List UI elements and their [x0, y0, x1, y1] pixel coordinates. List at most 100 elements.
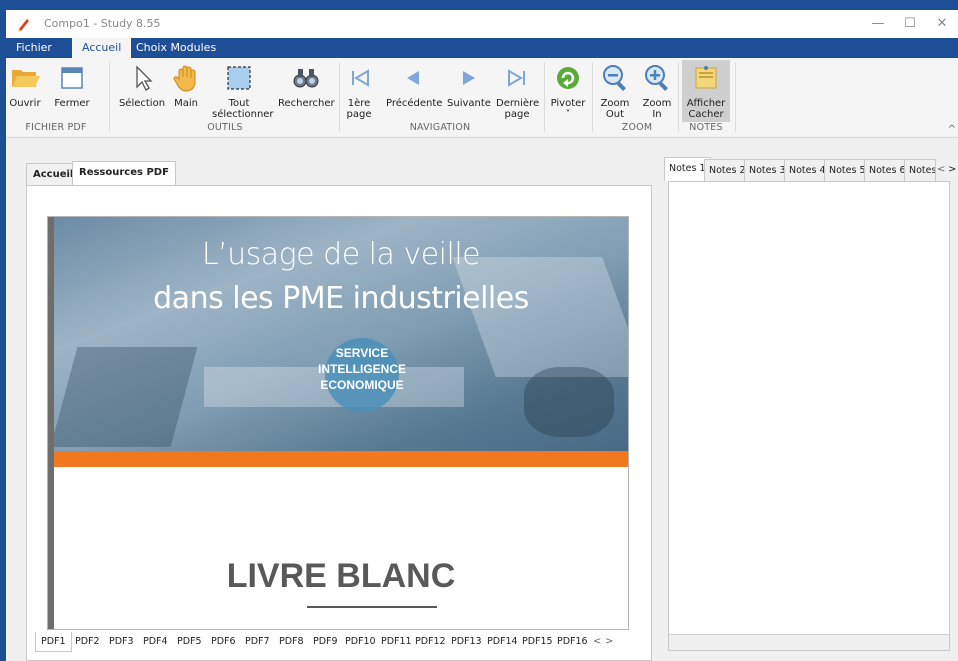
ribbon-separator	[678, 62, 679, 132]
main-area: Accueil Ressources PDF L’usage de la vei…	[6, 139, 958, 661]
zoom-out-label-1: Zoom	[600, 98, 630, 109]
derniere-label-1: Dernière	[496, 98, 540, 109]
pivoter-dropdown-icon: ˅	[565, 109, 571, 120]
livre-blanc-title: LIVRE BLANC	[226, 557, 456, 595]
cursor-arrow-icon	[136, 65, 153, 91]
notes-status-bar	[669, 634, 949, 650]
zoom-out-label-2: Out	[605, 109, 625, 120]
ribbon-separator	[339, 62, 340, 132]
pdf-tabs-next-icon[interactable]: >	[605, 632, 613, 652]
app-pen-icon	[18, 19, 29, 32]
tab-pdf16[interactable]: PDF16	[552, 632, 593, 652]
tab-notes-7[interactable]: Notes	[904, 159, 936, 181]
window-title: Compo1 - Study 8.55	[44, 17, 161, 30]
hand-icon	[173, 65, 196, 92]
tab-pdf12[interactable]: PDF12	[410, 632, 451, 652]
zoom-in-button[interactable]: Zoom In	[640, 62, 674, 120]
pdf-tabs-prev-icon[interactable]: <	[593, 632, 601, 652]
suivante-button[interactable]: Suivante	[446, 62, 492, 109]
tab-fichier[interactable]: Fichier	[6, 38, 62, 58]
window-close-icon	[61, 67, 83, 89]
ribbon-separator	[735, 62, 736, 132]
zoom-in-label-1: Zoom	[642, 98, 672, 109]
ribbon-separator	[109, 62, 110, 132]
badge-line1: SERVICE	[335, 346, 389, 360]
tab-pdf6[interactable]: PDF6	[206, 632, 241, 652]
zoom-in-icon	[645, 65, 668, 91]
fermer-label: Fermer	[54, 98, 90, 109]
rotate-icon	[557, 67, 579, 89]
ribbon-separator	[592, 62, 593, 132]
ribbon: Ouvrir Fermer FICHIER PDF Sélection Main	[6, 58, 958, 138]
tab-pdf7[interactable]: PDF7	[240, 632, 275, 652]
notes-editor[interactable]	[668, 181, 950, 651]
main-label: Main	[174, 98, 198, 109]
pivoter-button[interactable]: Pivoter ˅	[548, 62, 588, 120]
pdf-resources-panel: L’usage de la veille dans les PME indust…	[26, 185, 652, 661]
tab-accueil[interactable]: Accueil	[72, 38, 132, 58]
group-notes: NOTES	[689, 122, 723, 133]
pdf-viewer[interactable]: L’usage de la veille dans les PME indust…	[47, 216, 629, 630]
minimize-button[interactable]: —	[862, 14, 894, 34]
app-window: Compo1 - Study 8.55 — ☐ ✕ Fichier Accuei…	[6, 10, 958, 661]
afficher-label-2: Cacher	[688, 109, 724, 120]
first-page-icon	[352, 69, 369, 87]
tab-ressources-pdf[interactable]: Ressources PDF	[72, 161, 176, 185]
pdf-page: L’usage de la veille dans les PME indust…	[54, 217, 628, 629]
cover-title-line1: L’usage de la veille	[201, 237, 481, 272]
selection-label: Sélection	[118, 98, 166, 109]
cover-photo: L’usage de la veille dans les PME indust…	[54, 217, 628, 451]
close-button[interactable]: ✕	[926, 14, 958, 34]
badge-text: SERVICE INTELLIGENCE ECONOMIQUE	[290, 345, 434, 393]
afficher-cacher-button[interactable]: Afficher Cacher	[684, 62, 728, 120]
suivante-label: Suivante	[447, 98, 491, 109]
tab-pdf4[interactable]: PDF4	[138, 632, 173, 652]
pivoter-label: Pivoter	[550, 98, 586, 109]
tab-pdf9[interactable]: PDF9	[308, 632, 343, 652]
premiere-label-1: 1ère	[347, 98, 371, 109]
orange-band	[54, 451, 628, 467]
next-arrow-icon	[463, 71, 475, 85]
fermer-button[interactable]: Fermer	[50, 62, 94, 109]
previous-arrow-icon	[407, 71, 419, 85]
zoom-out-button[interactable]: Zoom Out	[598, 62, 632, 120]
tab-pdf8[interactable]: PDF8	[274, 632, 309, 652]
tab-pdf3[interactable]: PDF3	[104, 632, 139, 652]
tab-choix-modules[interactable]: Choix Modules	[126, 38, 226, 58]
selection-button[interactable]: Sélection	[116, 62, 168, 109]
sticky-note-icon	[695, 66, 717, 89]
tab-pdf1[interactable]: PDF1	[35, 632, 72, 652]
precedente-label: Précédente	[386, 98, 443, 109]
binoculars-icon	[293, 69, 319, 88]
tab-pdf10[interactable]: PDF10	[340, 632, 381, 652]
group-zoom: ZOOM	[621, 122, 653, 133]
notes-tab-bar: Notes 1 Notes 2 Notes 3 Notes 4 Notes 5 …	[664, 157, 958, 181]
tout-label-1: Tout	[228, 98, 250, 109]
folder-open-icon	[12, 70, 40, 87]
badge-line3: ECONOMIQUE	[320, 378, 404, 392]
tab-pdf5[interactable]: PDF5	[172, 632, 207, 652]
tab-pdf2[interactable]: PDF2	[70, 632, 105, 652]
photo-shape	[524, 367, 614, 437]
zoom-out-icon	[603, 65, 626, 91]
rechercher-button[interactable]: Rechercher	[278, 62, 335, 109]
title-underline	[307, 606, 437, 608]
maximize-button[interactable]: ☐	[894, 14, 926, 34]
premiere-page-button[interactable]: 1ère page	[344, 62, 374, 120]
notes-tabs-next-icon[interactable]: >	[948, 160, 956, 180]
photo-shape	[452, 257, 628, 377]
ouvrir-button[interactable]: Ouvrir	[8, 62, 42, 109]
select-all-icon	[227, 66, 251, 90]
main-button[interactable]: Main	[170, 62, 202, 109]
title-bar: Compo1 - Study 8.55 — ☐ ✕	[6, 10, 958, 38]
tout-selectionner-button[interactable]: Tout sélectionner	[212, 62, 274, 120]
precedente-button[interactable]: Précédente	[386, 62, 443, 109]
afficher-label-1: Afficher	[686, 98, 726, 109]
badge-line2: INTELLIGENCE	[317, 362, 406, 376]
tab-pdf13[interactable]: PDF13	[446, 632, 487, 652]
derniere-page-button[interactable]: Dernière page	[496, 62, 540, 120]
notes-tabs-prev-icon[interactable]: <	[937, 160, 945, 180]
rechercher-label: Rechercher	[278, 98, 335, 109]
group-navigation: NAVIGATION	[409, 122, 471, 133]
collapse-ribbon-icon[interactable]: ^	[948, 124, 956, 135]
